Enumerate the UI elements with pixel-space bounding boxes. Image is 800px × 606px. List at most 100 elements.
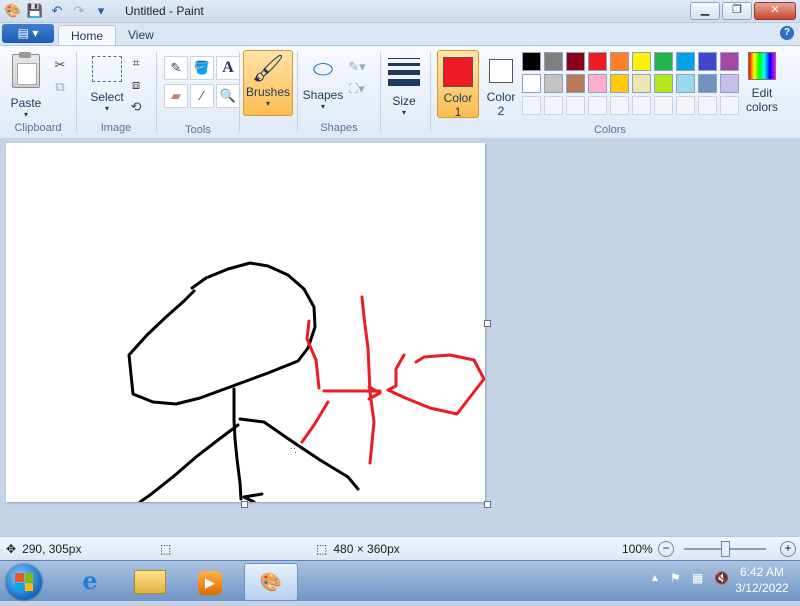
cut-icon[interactable]: ✂ [49, 54, 71, 76]
palette-swatch-r2-1[interactable] [522, 74, 541, 93]
palette-swatch-r1-7[interactable] [654, 52, 673, 71]
palette-swatch-r2-3[interactable] [566, 74, 585, 93]
copy-icon[interactable]: ⧉ [49, 76, 71, 98]
palette-swatch-r2-4[interactable] [588, 74, 607, 93]
palette-swatch-r2-5[interactable] [610, 74, 629, 93]
color2-number: 2 [497, 104, 505, 118]
custom-color-slot[interactable] [720, 96, 739, 115]
zoom-out-icon[interactable]: − [658, 541, 674, 557]
zoom-in-icon[interactable]: + [780, 541, 796, 557]
action-center-icon[interactable]: ⚑ [670, 571, 681, 585]
divider [380, 52, 381, 132]
clock[interactable]: 6:42 AM 3/12/2022 [732, 564, 792, 596]
red-loop-stroke [386, 353, 486, 416]
taskbar-paint[interactable]: 🎨 [244, 563, 298, 601]
divider [430, 52, 431, 132]
resize-handle-bottom[interactable] [241, 501, 248, 508]
custom-color-slot[interactable] [676, 96, 695, 115]
text-icon[interactable]: A [216, 56, 240, 80]
select-label: Select [90, 90, 124, 104]
palette-swatch-r1-4[interactable] [588, 52, 607, 71]
resize-handle-corner[interactable] [484, 501, 491, 508]
resize-handle-right[interactable] [484, 320, 491, 327]
custom-color-slot[interactable] [610, 96, 629, 115]
workspace [0, 138, 800, 534]
title-bar: 🎨 💾 ↶ ↷ ▾ Untitled - Paint ▁ ❐ ✕ [0, 0, 800, 23]
taskbar-media-player[interactable]: ▶ [184, 563, 236, 599]
customize-qat-icon[interactable]: ▾ [92, 2, 110, 20]
color2-button[interactable]: Color 2 [484, 50, 518, 118]
shapes-dropdown-icon: ▾ [320, 102, 325, 111]
paint-app-icon[interactable]: 🎨 [4, 2, 22, 20]
palette-swatch-r1-1[interactable] [522, 52, 541, 71]
palette-swatch-r1-8[interactable] [676, 52, 695, 71]
crop-icon[interactable]: ⌗ [125, 52, 147, 74]
custom-color-slot[interactable] [654, 96, 673, 115]
edit-colors-button[interactable]: Edit colors [744, 52, 780, 114]
custom-color-slot[interactable] [588, 96, 607, 115]
zoom-slider-thumb[interactable] [721, 541, 730, 557]
palette-swatch-r1-9[interactable] [698, 52, 717, 71]
paste-icon [12, 52, 40, 88]
palette-swatch-r2-2[interactable] [544, 74, 563, 93]
palette-swatch-r1-2[interactable] [544, 52, 563, 71]
undo-icon[interactable]: ↶ [48, 2, 66, 20]
palette-swatch-r2-9[interactable] [698, 74, 717, 93]
palette-swatch-r2-7[interactable] [654, 74, 673, 93]
color-picker-icon[interactable]: ⁄ [190, 84, 214, 108]
shapes-button[interactable]: ⬭ Shapes ▾ [302, 52, 344, 111]
palette-swatch-r2-6[interactable] [632, 74, 651, 93]
save-icon[interactable]: 💾 [26, 2, 44, 20]
custom-color-slot[interactable] [566, 96, 585, 115]
tab-home[interactable]: Home [58, 25, 117, 46]
redo-icon[interactable]: ↷ [70, 2, 88, 20]
taskbar-windows-explorer[interactable] [124, 563, 176, 599]
palette-swatch-r2-8[interactable] [676, 74, 695, 93]
palette-swatch-r1-5[interactable] [610, 52, 629, 71]
start-button[interactable] [6, 564, 42, 600]
edit-colors-label: Edit [751, 86, 773, 100]
pencil-icon[interactable]: ✎ [164, 56, 188, 80]
paint-menu-button[interactable]: ▤ ▾ [2, 24, 54, 43]
custom-color-slot[interactable] [522, 96, 541, 115]
canvas-size-icon: ⬚ [316, 542, 328, 556]
move-icon: ✥ [6, 542, 17, 556]
palette-swatch-r1-6[interactable] [632, 52, 651, 71]
tab-view[interactable]: View [116, 25, 166, 45]
maximize-button[interactable]: ❐ [722, 2, 752, 20]
volume-muted-icon[interactable]: 🔇 [714, 571, 729, 585]
shapes-icon: ⬭ [312, 56, 334, 83]
palette-swatch-r1-3[interactable] [566, 52, 585, 71]
custom-color-slot[interactable] [544, 96, 563, 115]
clock-time: 6:42 AM [739, 565, 785, 579]
divider [239, 52, 240, 132]
custom-color-slot[interactable] [632, 96, 651, 115]
divider [156, 52, 157, 132]
brushes-button[interactable]: 🖌 Brushes ▾ [243, 50, 293, 116]
network-icon[interactable]: ▦ [692, 571, 703, 585]
drawing-canvas[interactable] [6, 143, 486, 504]
tools-label: Tools [185, 124, 211, 136]
outline-icon[interactable]: ✎▾ [346, 56, 368, 78]
paste-label: Paste [10, 96, 42, 110]
paste-button[interactable]: Paste ▾ [6, 52, 46, 119]
close-button[interactable]: ✕ [754, 2, 796, 20]
palette-swatch-r2-10[interactable] [720, 74, 739, 93]
fill-icon[interactable]: 🪣 [190, 56, 214, 80]
minimize-button[interactable]: ▁ [690, 2, 720, 20]
palette-swatch-r1-10[interactable] [720, 52, 739, 71]
color1-button[interactable]: Color 1 [437, 50, 479, 119]
fill-shape-icon[interactable]: ⛶▾ [346, 78, 368, 100]
help-icon[interactable]: ? [780, 26, 794, 40]
custom-color-slot[interactable] [698, 96, 717, 115]
eraser-icon[interactable]: ▰ [164, 84, 188, 108]
internet-explorer-icon: e [82, 566, 98, 595]
show-hidden-icons[interactable]: ▲ [650, 573, 660, 584]
size-button[interactable]: Size ▾ [386, 52, 422, 117]
select-button[interactable]: Select ▾ [84, 56, 130, 113]
image-label: Image [100, 122, 132, 134]
taskbar-internet-explorer[interactable]: e [64, 563, 116, 599]
magnifier-icon[interactable]: 🔍 [216, 84, 240, 108]
resize-icon[interactable]: ⧈ [125, 74, 147, 96]
rotate-icon[interactable]: ⟲ [125, 96, 147, 118]
